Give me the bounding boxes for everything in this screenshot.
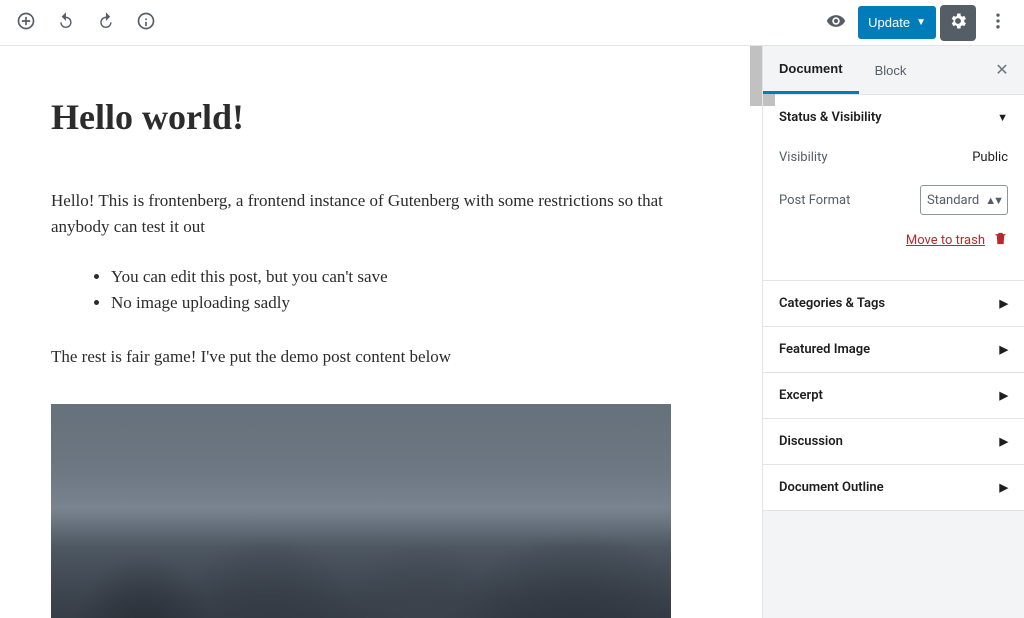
panel-title: Status & Visibility [779,110,882,125]
panel-title: Document Outline [779,480,884,495]
chevron-right-icon: ▶ [1000,297,1008,310]
chevron-down-icon: ▼ [997,111,1008,124]
panel-header-outline[interactable]: Document Outline ▶ [763,465,1024,510]
top-toolbar: Update ▼ [0,0,1024,46]
sidebar-tabs: Document Block ✕ [763,46,1024,94]
panel-document-outline: Document Outline ▶ [763,464,1024,510]
trash-icon[interactable] [993,231,1008,250]
post-format-row: Post Format Standard ▲▼ [779,175,1008,225]
restrictions-list[interactable]: You can edit this post, but you can't sa… [71,265,671,316]
visibility-row[interactable]: Visibility Public [779,140,1008,175]
info-icon [136,11,156,34]
editor-scrollbar[interactable] [750,46,762,106]
chevron-down-icon: ▼ [916,17,926,28]
redo-button[interactable] [88,5,124,41]
post-format-label: Post Format [779,193,850,208]
update-button[interactable]: Update ▼ [858,6,936,39]
panel-title: Discussion [779,434,843,449]
chevron-right-icon: ▶ [1000,343,1008,356]
editor-canvas[interactable]: Hello world! Hello! This is frontenberg,… [0,46,762,618]
list-item[interactable]: No image uploading sadly [111,291,671,316]
panel-categories-tags: Categories & Tags ▶ [763,280,1024,326]
preview-button[interactable] [818,5,854,41]
visibility-label: Visibility [779,150,828,165]
panel-header-featured[interactable]: Featured Image ▶ [763,327,1024,372]
visibility-value: Public [972,150,1008,165]
undo-button[interactable] [48,5,84,41]
info-button[interactable] [128,5,164,41]
trash-row: Move to trash [779,225,1008,264]
panel-status-visibility: Status & Visibility ▼ Visibility Public … [763,94,1024,280]
panel-header-discussion[interactable]: Discussion ▶ [763,419,1024,464]
panel-featured-image: Featured Image ▶ [763,326,1024,372]
redo-icon [96,11,116,34]
close-icon: ✕ [995,60,1008,80]
tab-block[interactable]: Block [859,46,923,94]
undo-icon [56,11,76,34]
panel-title: Categories & Tags [779,296,885,311]
panel-header-status[interactable]: Status & Visibility ▼ [763,95,1024,140]
panel-discussion: Discussion ▶ [763,418,1024,464]
settings-sidebar: Document Block ✕ Status & Visibility ▼ V… [762,46,1024,618]
main-area: Hello world! Hello! This is frontenberg,… [0,46,1024,618]
intro-paragraph[interactable]: Hello! This is frontenberg, a frontend i… [51,188,671,241]
panel-header-excerpt[interactable]: Excerpt ▶ [763,373,1024,418]
select-arrows-icon: ▲▼ [985,194,1001,207]
rest-paragraph[interactable]: The rest is fair game! I've put the demo… [51,344,671,370]
post-title[interactable]: Hello world! [51,96,671,138]
kebab-icon [988,11,1008,34]
plus-circle-icon [16,11,36,34]
more-options-button[interactable] [980,5,1016,41]
panel-header-categories[interactable]: Categories & Tags ▶ [763,281,1024,326]
panel-excerpt: Excerpt ▶ [763,372,1024,418]
sidebar-empty-space [763,510,1024,618]
close-sidebar-button[interactable]: ✕ [990,58,1014,82]
list-item[interactable]: You can edit this post, but you can't sa… [111,265,671,290]
panel-title: Excerpt [779,388,823,403]
post-format-select[interactable]: Standard ▲▼ [920,185,1008,215]
gear-icon [948,11,968,34]
update-label: Update [868,15,910,30]
cover-block[interactable]: Of Mountains & Printing Presses [51,404,671,618]
chevron-right-icon: ▶ [1000,435,1008,448]
eye-icon [826,11,846,34]
add-block-button[interactable] [8,5,44,41]
chevron-right-icon: ▶ [1000,389,1008,402]
settings-button[interactable] [940,5,976,41]
toolbar-left [8,5,164,41]
post-format-value: Standard [927,193,979,208]
toolbar-right: Update ▼ [818,5,1016,41]
move-to-trash-link[interactable]: Move to trash [906,233,985,248]
panel-title: Featured Image [779,342,870,357]
chevron-right-icon: ▶ [1000,481,1008,494]
tab-document[interactable]: Document [763,46,859,94]
